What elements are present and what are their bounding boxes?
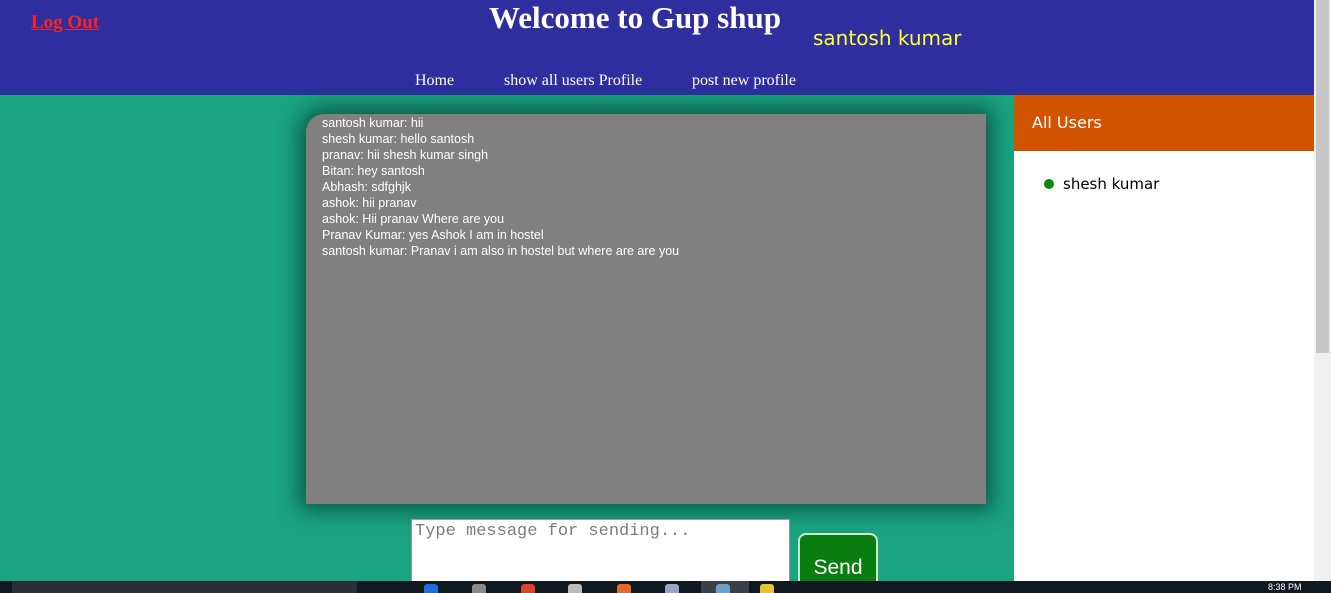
page-title: Welcome to Gup shup bbox=[489, 0, 781, 35]
taskbar-search-area[interactable] bbox=[12, 581, 357, 593]
folder-icon[interactable] bbox=[472, 584, 486, 593]
app-icon[interactable] bbox=[617, 584, 631, 593]
chat-message: santosh kumar: hii bbox=[322, 116, 424, 130]
online-dot-icon bbox=[1044, 179, 1054, 189]
chat-message: shesh kumar: hello santosh bbox=[322, 132, 475, 146]
os-taskbar: 8:38 PM bbox=[0, 581, 1331, 593]
message-input[interactable] bbox=[411, 519, 790, 589]
scrollbar-thumb[interactable] bbox=[1316, 0, 1329, 353]
page-scrollbar[interactable] bbox=[1314, 0, 1331, 581]
notes-icon[interactable] bbox=[760, 584, 774, 593]
chat-message: Bitan: hey santosh bbox=[322, 164, 425, 178]
logout-link[interactable]: Log Out bbox=[31, 12, 99, 34]
chat-message: pranav: hii shesh kumar singh bbox=[322, 148, 489, 162]
main-nav: Home show all users Profile post new pro… bbox=[0, 72, 1314, 92]
chat-message: santosh kumar: Pranav i am also in hoste… bbox=[322, 244, 680, 258]
taskbar-clock: 8:38 PM bbox=[1268, 582, 1302, 592]
user-name: shesh kumar bbox=[1063, 175, 1160, 193]
sidebar-heading: All Users bbox=[1014, 95, 1314, 151]
chat-message: Pranav Kumar: yes Ashok I am in hostel bbox=[322, 228, 544, 242]
users-sidebar: All Users shesh kumar bbox=[1014, 95, 1314, 581]
chat-message-list: santosh kumar: hii shesh kumar: hello san… bbox=[322, 115, 679, 259]
window-icon[interactable] bbox=[665, 584, 679, 593]
nav-home-link[interactable]: Home bbox=[415, 72, 454, 90]
chrome-icon[interactable] bbox=[521, 584, 535, 593]
chat-message: ashok: hii pranav bbox=[322, 196, 417, 210]
chat-message: ashok: Hii pranav Where are you bbox=[322, 212, 505, 226]
browser-icon[interactable] bbox=[424, 584, 438, 593]
document-icon[interactable] bbox=[568, 584, 582, 593]
active-app-icon[interactable] bbox=[716, 584, 730, 593]
nav-post-profile-link[interactable]: post new profile bbox=[692, 72, 796, 90]
chat-messages-box[interactable]: santosh kumar: hii shesh kumar: hello san… bbox=[306, 114, 986, 504]
chat-message: Abhash: sdfghjk bbox=[322, 180, 411, 194]
user-list-item[interactable]: shesh kumar bbox=[1044, 175, 1159, 193]
header-bar: Log Out Welcome to Gup shup santosh kuma… bbox=[0, 0, 1314, 95]
current-username: santosh kumar bbox=[813, 26, 962, 50]
nav-all-users-link[interactable]: show all users Profile bbox=[504, 72, 642, 90]
